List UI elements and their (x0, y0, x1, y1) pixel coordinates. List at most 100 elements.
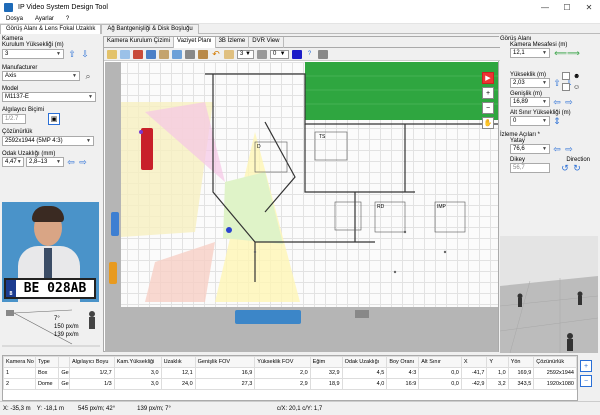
camera-icon[interactable] (107, 49, 117, 59)
horizontal-left-icon[interactable]: ⇦ (552, 144, 562, 154)
column-header[interactable]: Uzaklık (160, 356, 196, 368)
manufacturer-select[interactable]: Axis ▼ (2, 71, 80, 81)
rotate-right-icon[interactable]: ↻ (572, 163, 582, 173)
table-cell: 16:9 (386, 378, 420, 390)
column-header[interactable]: X (460, 356, 488, 368)
distance-arrow-icon: ⟸⟹ (554, 47, 580, 58)
maximize-button[interactable]: ☐ (556, 0, 578, 15)
table-cell: 18,9 (309, 378, 343, 390)
horizontal-right-icon[interactable]: ⇨ (564, 144, 574, 154)
tab-3d-view[interactable]: 3B İzleme (216, 37, 250, 48)
width-select[interactable]: 16,89 ▼ (510, 97, 550, 107)
height-select[interactable]: 2,03 ▼ (510, 78, 550, 88)
table-cell: 16,9 (194, 367, 256, 379)
column-header[interactable]: Alt Sınır (418, 356, 462, 368)
model-select[interactable]: M1137-E ▼ (2, 92, 96, 102)
table-cell: 4:3 (386, 367, 420, 379)
tab-bandwidth[interactable]: Ağ Bantgenişliği & Disk Boşluğu (101, 24, 199, 34)
lower-icon[interactable]: ⇕ (552, 116, 562, 126)
status-bar: X: -35,3 m Y: -18,1 m 545 px/m; 42° 139 … (0, 401, 600, 415)
status-y: Y: -18,1 m (36, 405, 65, 412)
focal-range-select[interactable]: 2,8–13 ▼ (26, 157, 64, 167)
rotate-left-icon[interactable]: ↺ (560, 163, 570, 173)
search-icon[interactable]: ⌕ (83, 71, 93, 81)
column-header[interactable]: Boy Oranı (386, 356, 420, 368)
width-right-icon[interactable]: ⇨ (564, 97, 574, 107)
furniture-icon[interactable] (198, 49, 208, 59)
column-header[interactable]: Y (486, 356, 509, 368)
table-cell: 32,9 (309, 367, 343, 379)
column-header[interactable]: Genişlik FOV (194, 356, 256, 368)
mount-height-select[interactable]: 3 ▼ (2, 49, 64, 59)
plate-country: B (6, 280, 16, 297)
rotation-select[interactable]: 0 ▼ (269, 49, 289, 59)
horizontal-select[interactable]: 76,6 ▼ (510, 144, 550, 154)
tab-fov[interactable]: Görüş Alanı & Lens Fokal Uzaklık (0, 24, 102, 34)
table-row[interactable]: 2 Dome Ge 1/3 3,0 24,0 27,3 2,9 18,9 4,0 16:9 0,0 -4… (3, 378, 577, 390)
column-header[interactable]: Eğim (309, 356, 343, 368)
zoom-out-icon[interactable]: − (482, 102, 494, 114)
grid-icon[interactable] (256, 49, 267, 59)
level-select[interactable]: 3 ▼ (237, 49, 254, 59)
lower-select[interactable]: 0 ▼ (510, 116, 550, 126)
print-icon[interactable] (317, 49, 328, 59)
plan-label-imp: IMP (437, 204, 446, 210)
wall-icon[interactable] (133, 49, 143, 59)
column-header[interactable]: Çözünürlük (533, 356, 577, 368)
column-header[interactable]: Yükseklik FOV (254, 356, 311, 368)
zoom-controls: ▶ + − ✋ (482, 72, 495, 129)
person-icon[interactable] (159, 49, 169, 59)
body-option-checkbox[interactable] (562, 83, 570, 91)
menu-settings[interactable]: Ayarlar (29, 16, 60, 22)
focal-select[interactable]: 4,47 ▼ (2, 157, 24, 167)
menu-file[interactable]: Dosya (0, 16, 29, 22)
sensor-field[interactable]: 1/2.7 (2, 114, 26, 124)
column-header[interactable]: Type (34, 356, 60, 368)
tree-icon[interactable] (185, 49, 195, 59)
add-camera-icon[interactable]: + (580, 360, 592, 372)
undo-icon[interactable]: ↶ (211, 49, 221, 59)
car-icon[interactable] (172, 49, 182, 59)
eraser-icon[interactable] (224, 49, 234, 59)
face-option-checkbox[interactable] (562, 72, 570, 80)
arrow-left-icon[interactable]: ⇦ (66, 157, 76, 167)
table-cell: 1,0 (486, 367, 509, 379)
table-cell: 0,0 (418, 378, 462, 390)
view-tabs: Kamera Kurulum Çizimi Vaziyet Planı 3B İ… (104, 37, 500, 48)
arrow-up-icon[interactable]: ⇧ (67, 49, 77, 59)
close-button[interactable]: ✕ (578, 0, 600, 15)
column-header[interactable]: Kam.Yüksekliği (113, 356, 162, 368)
tab-site-plan[interactable]: Vaziyet Planı (174, 37, 216, 48)
resolution-select[interactable]: 2592x1944 (5MP 4:3) ▼ (2, 136, 94, 146)
width-left-icon[interactable]: ⇦ (552, 97, 562, 107)
table-row[interactable]: 1 Box Ge 1/2,7 3,0 12,1 16,9 2,0 32,9 4,5 4:3 0,0 -4… (3, 367, 577, 379)
door-icon[interactable] (146, 49, 156, 59)
column-header[interactable] (58, 356, 70, 368)
help-icon[interactable]: ? (305, 50, 315, 59)
layout-icon[interactable] (120, 49, 130, 59)
record-icon[interactable]: ▶ (482, 72, 494, 84)
arrow-right-icon[interactable]: ⇨ (78, 157, 88, 167)
remove-camera-icon[interactable]: − (580, 375, 592, 387)
column-header[interactable]: Algılayıcı Boyu (69, 356, 115, 368)
color-swatch[interactable] (291, 49, 302, 59)
arrow-down-icon[interactable]: ⇩ (80, 49, 90, 59)
distance-select[interactable]: 12,1 ▼ (510, 48, 550, 58)
pan-icon[interactable]: ✋ (482, 117, 494, 129)
menu-help[interactable]: ? (60, 16, 75, 22)
zoom-in-icon[interactable]: + (482, 87, 494, 99)
height-up-icon[interactable]: ⇧ (552, 78, 562, 88)
column-header[interactable]: Yön (507, 356, 535, 368)
minimize-button[interactable]: — (534, 0, 556, 15)
target-options: ☻ ☺ (562, 72, 580, 91)
tab-camera-setup[interactable]: Kamera Kurulum Çizimi (104, 37, 175, 48)
column-header[interactable]: Odak Uzaklığı (341, 356, 388, 368)
sensor-image-icon[interactable]: ▣ (48, 113, 60, 125)
table-header: Kamera No Type Algılayıcı Boyu Kam.Yüksekli… (3, 356, 577, 368)
column-header[interactable]: Kamera No (3, 356, 36, 368)
tab-dvr-view[interactable]: DVR View (249, 37, 284, 48)
vertical-field[interactable]: 56,7 (510, 163, 550, 173)
main-tabs: Görüş Alanı & Lens Fokal Uzaklık Ağ Bant… (0, 24, 600, 34)
site-plan-canvas[interactable]: D TS RD IMP ▶ + − ✋ (105, 62, 498, 352)
title-bar: IP Video System Design Tool — ☐ ✕ (0, 0, 600, 15)
